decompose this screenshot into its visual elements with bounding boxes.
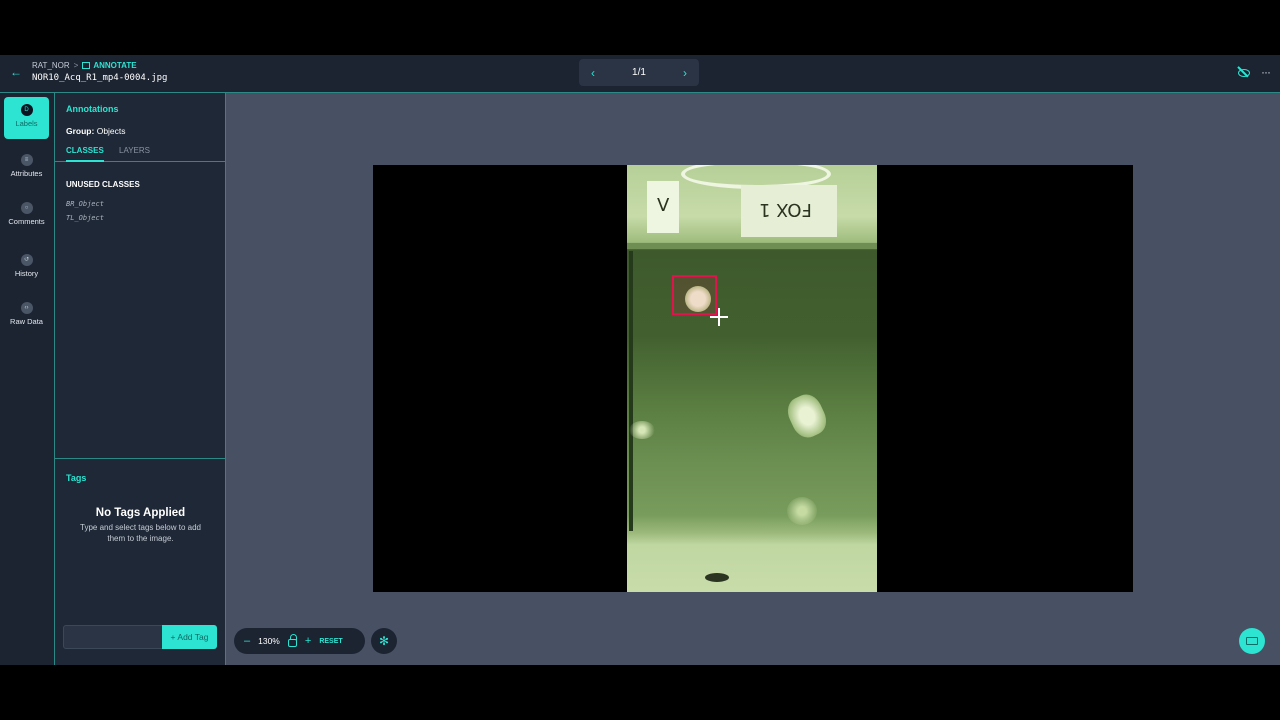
image-reflection — [629, 421, 655, 439]
tags-title: Tags — [66, 473, 87, 483]
tab-layers[interactable]: LAYERS — [119, 146, 150, 160]
next-image-icon[interactable]: › — [683, 66, 687, 80]
panel-tabs: CLASSES LAYERS — [55, 143, 226, 162]
breadcrumb-mode: ANNOTATE — [82, 61, 137, 70]
image-card-right: FOX 1 — [741, 185, 837, 237]
pager-count: 1/1 — [632, 67, 646, 78]
no-tags-message: No Tags Applied — [95, 507, 186, 519]
annotations-panel: Annotations Group: Objects CLASSES LAYER… — [55, 93, 226, 665]
card-left-text: V — [657, 195, 670, 216]
crosshair-cursor-icon — [710, 308, 728, 326]
zoom-lock-icon[interactable] — [287, 633, 297, 647]
zoom-out-button[interactable]: – — [244, 635, 250, 647]
rail-item-labels[interactable]: D Labels — [4, 97, 49, 139]
image-object-br — [782, 389, 832, 443]
image-wall — [629, 251, 633, 531]
rail-item-history[interactable]: ↺ History — [4, 251, 49, 293]
rail-item-label: Attributes — [10, 169, 43, 178]
previous-image-icon[interactable]: ‹ — [591, 66, 595, 80]
rail-item-label: Comments — [8, 217, 45, 226]
breadcrumb: RAT_NOR > ANNOTATE — [32, 61, 137, 70]
list-icon: ≡ — [20, 154, 33, 166]
image-reflection — [787, 497, 817, 525]
rail-item-comments[interactable]: ○ Comments — [4, 199, 49, 241]
keyboard-icon — [1246, 637, 1258, 645]
breadcrumb-separator: > — [73, 61, 79, 70]
labels-icon: D — [20, 104, 33, 116]
code-icon: ‹› — [20, 302, 33, 314]
back-arrow-icon[interactable]: ← — [9, 65, 23, 79]
group-indicator: Group: Objects — [66, 126, 126, 136]
image-canvas[interactable]: V FOX 1 – 130% + RESET ✻ — [226, 93, 1280, 665]
rail-item-label: Raw Data — [10, 317, 43, 326]
zoom-controls: – 130% + RESET — [234, 628, 365, 654]
image-floor-hole — [705, 573, 729, 582]
image-pager: ‹ 1/1 › — [579, 59, 699, 86]
rail-item-label: History — [14, 269, 39, 278]
history-icon: ↺ — [20, 254, 33, 266]
image-filename: NOR10_Acq_R1_mp4-0004.jpg — [32, 73, 168, 83]
breadcrumb-mode-label: ANNOTATE — [93, 61, 137, 70]
image-card-left: V — [647, 181, 679, 233]
list-item[interactable]: TL_Object — [66, 213, 104, 227]
class-list: BR_Object TL_Object — [66, 199, 104, 227]
left-nav-rail: D Labels ≡ Attributes ○ Comments ↺ Histo… — [0, 93, 55, 665]
tag-input[interactable] — [63, 625, 163, 649]
keyboard-shortcuts-button[interactable] — [1239, 628, 1265, 654]
group-label: Group: — [66, 126, 95, 136]
image-frame: V FOX 1 — [373, 165, 1133, 592]
tab-classes[interactable]: CLASSES — [66, 146, 104, 162]
rail-item-label: Labels — [15, 119, 38, 128]
divider — [55, 458, 226, 459]
rail-item-attributes[interactable]: ≡ Attributes — [4, 151, 49, 193]
hide-annotations-icon[interactable] — [1237, 66, 1250, 78]
comment-icon: ○ — [20, 202, 33, 214]
panel-title: Annotations — [66, 104, 119, 114]
breadcrumb-project[interactable]: RAT_NOR — [32, 61, 70, 70]
no-tags-hint: Type and select tags below to add them t… — [80, 523, 201, 543]
zoom-in-button[interactable]: + — [305, 635, 311, 647]
card-right-text: FOX 1 — [759, 199, 812, 220]
reset-zoom-button[interactable]: RESET — [319, 638, 342, 645]
image-ledge — [627, 243, 877, 249]
add-tag-button[interactable]: + Add Tag — [162, 625, 217, 649]
canvas-settings-icon[interactable]: ✻ — [371, 628, 397, 654]
top-header: ← RAT_NOR > ANNOTATE NOR10_Acq_R1_mp4-00… — [0, 55, 1280, 93]
unused-classes-heading: UNUSED CLASSES — [66, 180, 140, 189]
zoom-level: 130% — [258, 636, 280, 646]
annotate-icon — [82, 62, 91, 69]
rail-item-raw-data[interactable]: ‹› Raw Data — [4, 299, 49, 341]
group-value: Objects — [96, 126, 126, 136]
list-item[interactable]: BR_Object — [66, 199, 104, 213]
annotated-image[interactable]: V FOX 1 — [627, 165, 877, 592]
more-options-icon[interactable]: ··· — [1261, 66, 1271, 78]
annotation-app: ← RAT_NOR > ANNOTATE NOR10_Acq_R1_mp4-00… — [0, 55, 1280, 665]
header-actions: ··· — [1237, 66, 1271, 78]
